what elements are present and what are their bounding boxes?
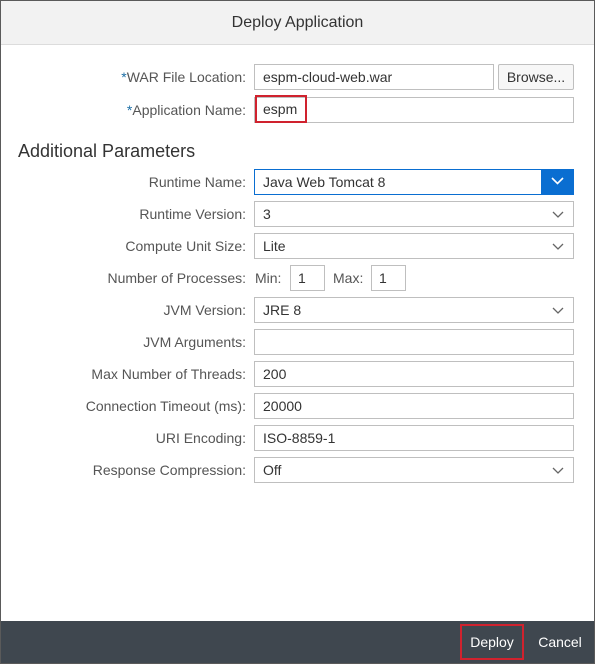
- processes-row: Number of Processes: Min: 1 Max: 1: [1, 265, 594, 291]
- war-file-label: *WAR File Location:: [121, 64, 246, 90]
- chevron-down-icon: [552, 467, 564, 474]
- jvm-version-value: JRE 8: [263, 302, 302, 318]
- compute-unit-value: Lite: [263, 238, 286, 254]
- min-processes-input[interactable]: 1: [290, 265, 325, 291]
- conn-timeout-label: Connection Timeout (ms):: [85, 398, 246, 414]
- runtime-version-select[interactable]: 3: [254, 201, 574, 227]
- uri-encoding-input[interactable]: ISO-8859-1: [254, 425, 574, 451]
- max-threads-row: Max Number of Threads: 200: [1, 361, 594, 387]
- response-compression-label: Response Compression:: [92, 462, 246, 478]
- jvm-version-select[interactable]: JRE 8: [254, 297, 574, 323]
- conn-timeout-row: Connection Timeout (ms): 20000: [1, 393, 594, 419]
- response-compression-row: Response Compression: Off: [1, 457, 594, 483]
- runtime-name-label: Runtime Name:: [148, 174, 246, 190]
- runtime-name-select[interactable]: Java Web Tomcat 8: [254, 169, 574, 195]
- max-threads-input[interactable]: 200: [254, 361, 574, 387]
- runtime-version-row: Runtime Version: 3: [1, 201, 594, 227]
- chevron-down-icon: [552, 243, 564, 250]
- war-file-field[interactable]: espm-cloud-web.war: [254, 64, 494, 90]
- uri-encoding-label: URI Encoding:: [155, 430, 246, 446]
- chevron-down-icon[interactable]: [541, 169, 574, 195]
- jvm-args-input[interactable]: [254, 329, 574, 355]
- runtime-version-value: 3: [263, 206, 271, 222]
- processes-label: Number of Processes:: [107, 270, 247, 286]
- uri-encoding-row: URI Encoding: ISO-8859-1: [1, 425, 594, 451]
- app-name-row: *Application Name: espm: [1, 95, 594, 123]
- compute-unit-row: Compute Unit Size: Lite: [1, 233, 594, 259]
- min-label: Min:: [255, 270, 282, 286]
- response-compression-value: Off: [263, 462, 282, 478]
- max-threads-label: Max Number of Threads:: [91, 366, 246, 382]
- war-file-label-text: WAR File Location:: [126, 69, 246, 85]
- max-processes-input[interactable]: 1: [371, 265, 406, 291]
- app-name-value[interactable]: espm: [255, 95, 307, 123]
- deploy-button[interactable]: Deploy: [460, 624, 524, 660]
- dialog-title: Deploy Application: [1, 1, 594, 45]
- response-compression-select[interactable]: Off: [254, 457, 574, 483]
- dialog-footer: Deploy Cancel: [1, 621, 594, 663]
- conn-timeout-input[interactable]: 20000: [254, 393, 574, 419]
- runtime-version-label: Runtime Version:: [139, 206, 246, 222]
- runtime-name-row: Runtime Name: Java Web Tomcat 8: [1, 169, 594, 195]
- browse-button[interactable]: Browse...: [498, 64, 574, 90]
- chevron-down-icon: [552, 307, 564, 314]
- compute-unit-select[interactable]: Lite: [254, 233, 574, 259]
- deploy-application-dialog: Deploy Application *WAR File Location: e…: [0, 0, 595, 664]
- max-label: Max:: [333, 270, 364, 286]
- jvm-args-label: JVM Arguments:: [143, 334, 246, 350]
- cancel-button[interactable]: Cancel: [532, 624, 588, 660]
- app-name-label: *Application Name:: [127, 97, 246, 123]
- chevron-down-icon: [552, 211, 564, 218]
- section-title: Additional Parameters: [18, 141, 196, 161]
- runtime-name-value: Java Web Tomcat 8: [263, 174, 386, 190]
- app-name-label-text: Application Name:: [132, 102, 246, 118]
- compute-unit-label: Compute Unit Size:: [125, 238, 246, 254]
- jvm-version-label: JVM Version:: [163, 302, 246, 318]
- jvm-args-row: JVM Arguments:: [1, 329, 594, 355]
- jvm-version-row: JVM Version: JRE 8: [1, 297, 594, 323]
- war-file-row: *WAR File Location: espm-cloud-web.war B…: [1, 64, 594, 90]
